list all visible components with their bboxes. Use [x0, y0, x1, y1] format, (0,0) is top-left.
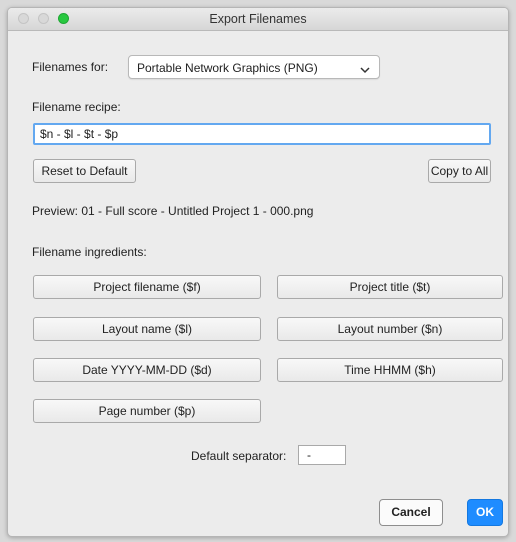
- preview-text: Preview: 01 - Full score - Untitled Proj…: [32, 204, 314, 218]
- ingredient-project-filename-button[interactable]: Project filename ($f): [33, 275, 261, 299]
- ok-button[interactable]: OK: [467, 499, 503, 526]
- filename-recipe-input[interactable]: $n - $l - $t - $p: [33, 123, 491, 145]
- export-filenames-dialog: Export Filenames Filenames for: Portable…: [7, 7, 509, 537]
- default-separator-input[interactable]: -: [298, 445, 346, 465]
- default-separator-value: -: [307, 448, 311, 462]
- filename-recipe-label: Filename recipe:: [32, 100, 121, 114]
- filenames-for-label: Filenames for:: [32, 60, 109, 74]
- copy-to-all-button[interactable]: Copy to All: [428, 159, 491, 183]
- default-separator-label: Default separator:: [191, 449, 287, 463]
- ingredient-time-button[interactable]: Time HHMM ($h): [277, 358, 503, 382]
- ingredient-layout-name-button[interactable]: Layout name ($l): [33, 317, 261, 341]
- chevron-down-icon: [360, 63, 370, 77]
- ingredient-date-button[interactable]: Date YYYY-MM-DD ($d): [33, 358, 261, 382]
- ingredient-layout-number-button[interactable]: Layout number ($n): [277, 317, 503, 341]
- title-bar: Export Filenames: [8, 8, 508, 31]
- ingredient-project-title-button[interactable]: Project title ($t): [277, 275, 503, 299]
- ingredient-page-number-button[interactable]: Page number ($p): [33, 399, 261, 423]
- window-title: Export Filenames: [209, 12, 307, 26]
- filenames-for-selected-value: Portable Network Graphics (PNG): [137, 61, 318, 75]
- filename-recipe-value: $n - $l - $t - $p: [40, 127, 119, 141]
- cancel-button[interactable]: Cancel: [379, 499, 443, 526]
- filenames-for-select[interactable]: Portable Network Graphics (PNG): [128, 55, 380, 79]
- reset-to-default-button[interactable]: Reset to Default: [33, 159, 136, 183]
- filename-ingredients-label: Filename ingredients:: [32, 245, 147, 259]
